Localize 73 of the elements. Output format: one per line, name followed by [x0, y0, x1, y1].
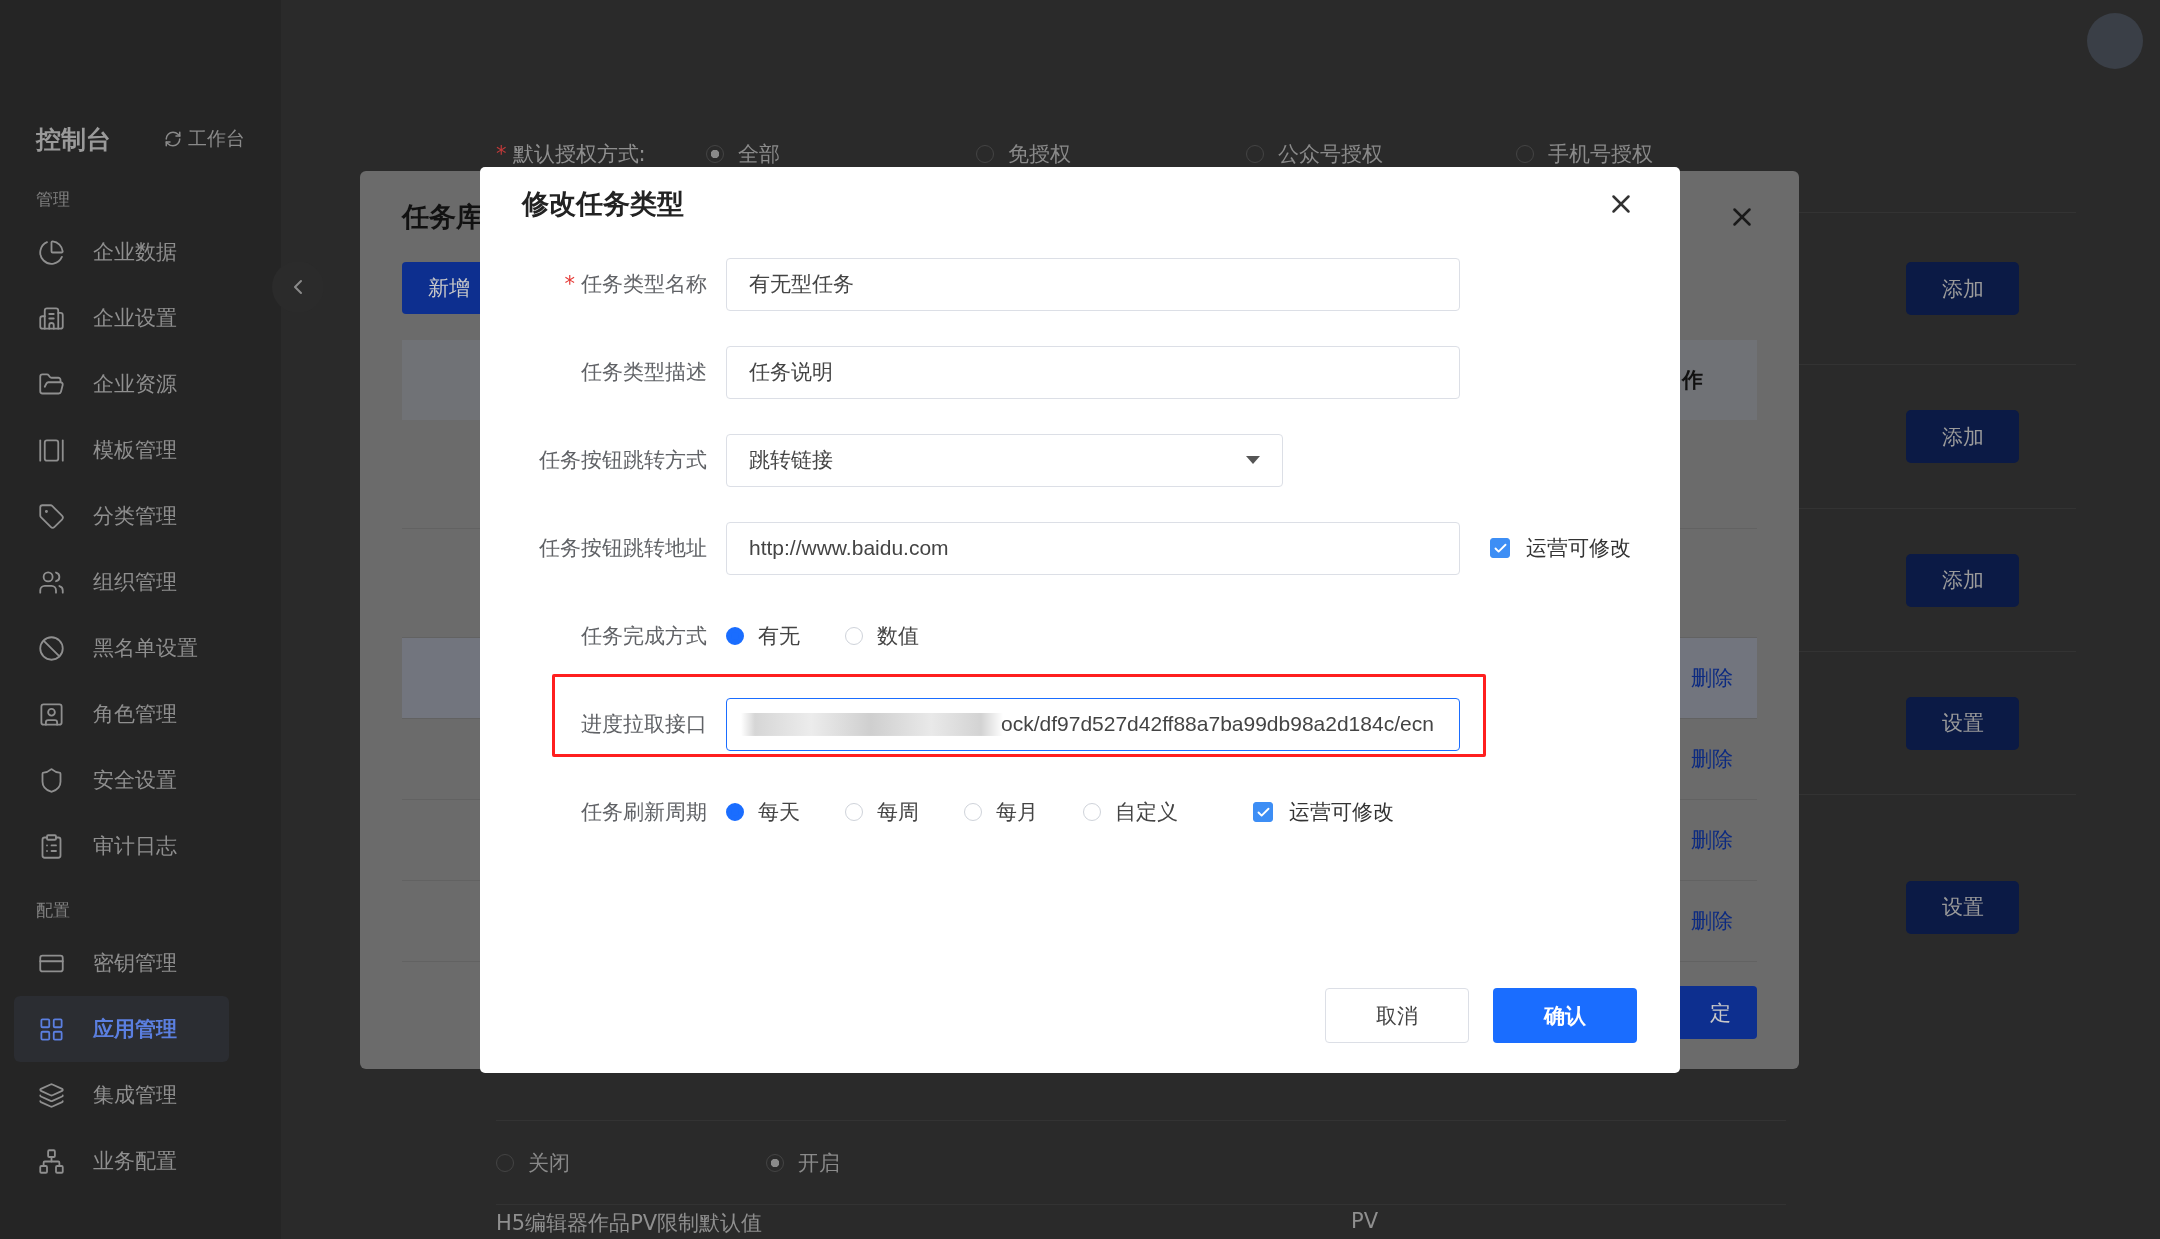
field-label: 任务按钮跳转地址: [538, 535, 707, 562]
text-field[interactable]: 任务说明: [726, 345, 1460, 399]
auth-method-label: * 默认授权方式:: [496, 141, 647, 168]
row-action-button[interactable]: 添加: [1906, 410, 2019, 463]
radio-option[interactable]: 每月: [964, 798, 1038, 826]
sidebar-item[interactable]: 企业数据: [14, 219, 229, 285]
dialog-title: 任务库: [402, 199, 483, 234]
ban-icon: [38, 634, 65, 662]
field-label: 任务完成方式: [580, 623, 707, 650]
sidebar-item[interactable]: 应用管理: [14, 996, 229, 1062]
radio-label: 关闭: [528, 1149, 570, 1177]
radio-label: 免授权: [1008, 141, 1071, 168]
gallery-icon: [38, 436, 65, 464]
text-field[interactable]: ock/df97d527d42ff88a7ba99db98a2d184c/ecn: [726, 697, 1460, 751]
tag-icon: [38, 502, 65, 530]
column-header: 作: [1680, 367, 1704, 394]
row-action-button[interactable]: 设置: [1906, 880, 2019, 934]
layers-icon: [38, 1081, 65, 1109]
radio-option[interactable]: 有无: [726, 622, 800, 650]
row-action-button[interactable]: 添加: [1906, 553, 2019, 607]
radio-label: 全部: [738, 141, 780, 168]
sidebar-item[interactable]: 集成管理: [14, 1062, 229, 1128]
sidebar-item[interactable]: 安全设置: [14, 747, 229, 813]
add-task-button[interactable]: 新增: [402, 262, 480, 314]
grid-icon: [38, 1015, 65, 1043]
field-label: 任务类型描述: [580, 359, 707, 386]
operator-editable-checkbox[interactable]: 运营可修改: [1253, 798, 1394, 826]
sidebar-item[interactable]: 模板管理: [14, 417, 229, 483]
text-field[interactable]: 有无型任务: [726, 257, 1460, 311]
radio-option[interactable]: 数值: [845, 622, 919, 650]
row-action-button[interactable]: 设置: [1906, 696, 2019, 750]
radio-label: 开启: [798, 1149, 840, 1177]
building-icon: [38, 304, 65, 332]
sidebar-item[interactable]: 分类管理: [14, 483, 229, 549]
workbench-link[interactable]: 工作台: [164, 126, 245, 152]
group-label: 管理: [36, 188, 70, 211]
refresh-icon: [164, 130, 182, 148]
select-field[interactable]: 跳转链接: [726, 433, 1283, 487]
caret-icon: [1246, 456, 1260, 464]
operator-editable-checkbox[interactable]: 运营可修改: [1490, 534, 1631, 562]
setting-label: H5编辑器作品PV限制默认值: [496, 1210, 764, 1237]
sidebar-item[interactable]: 企业资源: [14, 351, 229, 417]
dialog-title: 修改任务类型: [522, 186, 684, 221]
radio-option[interactable]: 自定义: [1083, 798, 1178, 826]
radio-button[interactable]: [706, 145, 724, 163]
network-icon: [38, 1147, 65, 1175]
sidebar-item[interactable]: 组织管理: [14, 549, 229, 615]
confirm-button[interactable]: 定: [1680, 986, 1757, 1039]
sidebar-title: 控制台: [36, 123, 111, 156]
sidebar-item[interactable]: 审计日志: [14, 813, 229, 879]
sidebar-item[interactable]: 角色管理: [14, 681, 229, 747]
field-label: * 任务类型名称: [563, 271, 707, 298]
radio-option[interactable]: 每天: [726, 798, 800, 826]
radio-option[interactable]: 每周: [845, 798, 919, 826]
group-label: 配置: [36, 899, 70, 922]
field-label: 任务刷新周期: [580, 799, 707, 826]
user-card-icon: [38, 700, 65, 728]
avatar[interactable]: [2087, 13, 2143, 69]
radio-label: 公众号授权: [1278, 141, 1383, 168]
field-label: 任务按钮跳转方式: [538, 447, 707, 474]
sidebar-item[interactable]: 黑名单设置: [14, 615, 229, 681]
confirm-button[interactable]: 确认: [1493, 988, 1637, 1043]
text-field[interactable]: http://www.baidu.com: [726, 521, 1460, 575]
radio-label: 手机号授权: [1548, 141, 1653, 168]
radio-button[interactable]: [766, 1153, 784, 1172]
sidebar-item[interactable]: 密钥管理: [14, 930, 229, 996]
row-action-button[interactable]: 添加: [1906, 262, 2019, 315]
field-label: 进度拉取接口: [580, 711, 707, 738]
sidebar-item[interactable]: 企业设置: [14, 285, 229, 351]
cancel-button[interactable]: 取消: [1325, 988, 1469, 1043]
sidebar-item[interactable]: 业务配置: [14, 1128, 229, 1194]
setting-value: PV: [1351, 1209, 1379, 1235]
pie-chart-icon: [38, 238, 65, 266]
